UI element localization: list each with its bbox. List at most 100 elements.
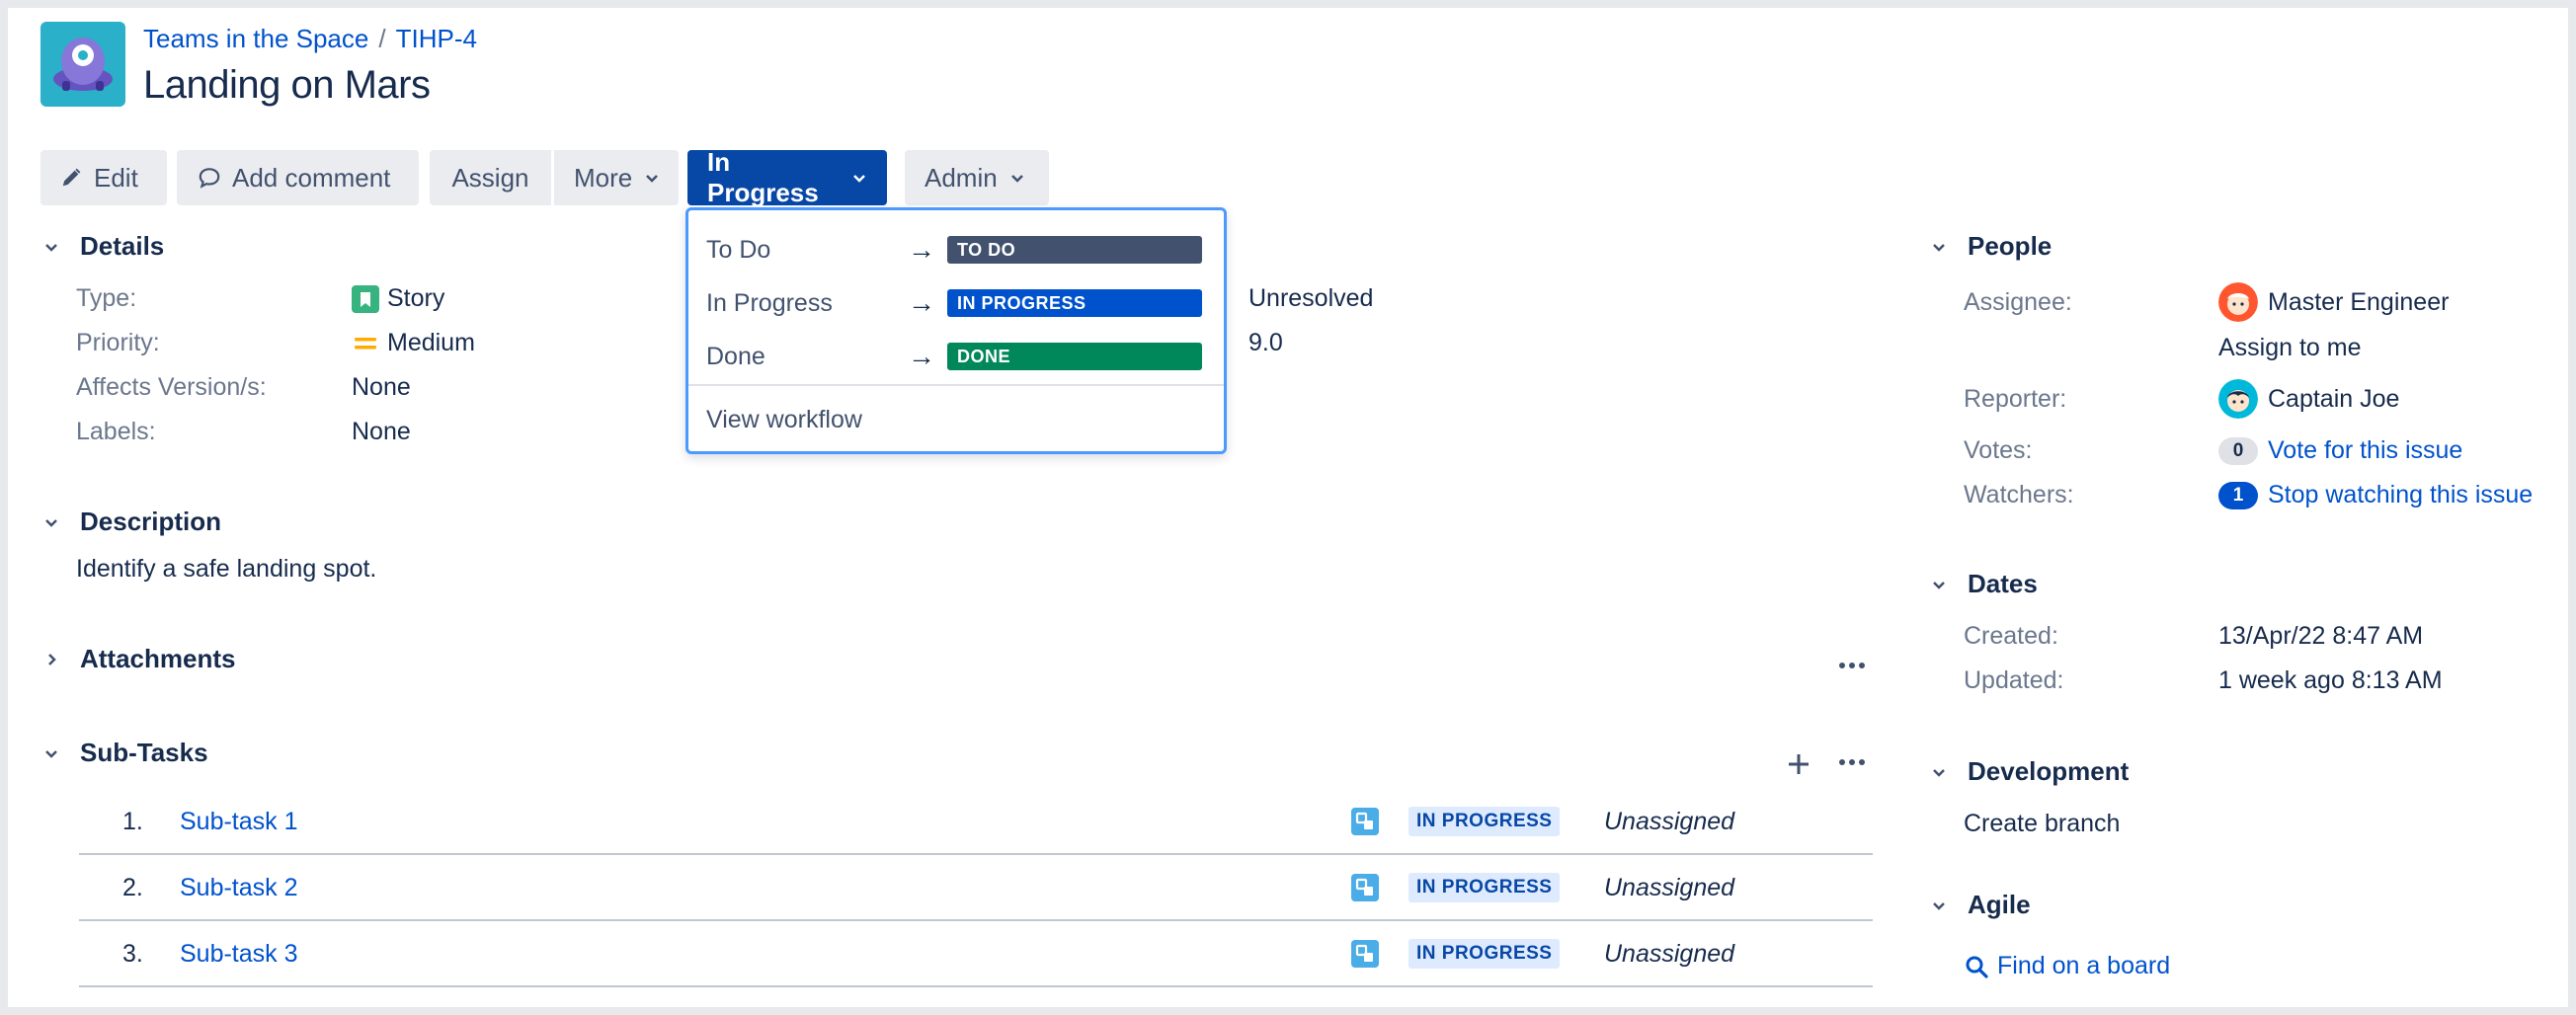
watchers-value: 1 Stop watching this issue — [2218, 481, 2533, 509]
assign-button[interactable]: Assign — [430, 150, 551, 205]
status-badge: TO DO — [947, 236, 1202, 264]
subtask-type-icon — [1351, 808, 1379, 835]
create-branch-link[interactable]: Create branch — [1964, 810, 2120, 838]
avatar — [2218, 282, 2258, 322]
chevron-down-icon — [1010, 175, 1023, 183]
reporter-value[interactable]: Captain Joe — [2218, 379, 2399, 419]
description-heading: Description — [80, 507, 222, 536]
chevron-right-icon — [40, 649, 62, 670]
more-options-icon[interactable] — [1837, 658, 1867, 673]
menu-item-to-do[interactable]: To Do → TO DO — [688, 224, 1224, 275]
subtask-number: 1. — [122, 808, 143, 835]
type-label: Type: — [76, 284, 137, 312]
subtask-assignee: Unassigned — [1604, 874, 1735, 901]
description-section-header[interactable]: Description — [40, 507, 221, 537]
votes-label: Votes: — [1964, 436, 2033, 464]
subtask-number: 3. — [122, 940, 143, 968]
issue-page: Teams in the Space / TIHP-4 Landing on Mar… — [8, 8, 2568, 1007]
priority-value-text: Medium — [387, 329, 475, 356]
agile-section-header[interactable]: Agile — [1928, 890, 2031, 920]
priority-value: Medium — [352, 329, 475, 357]
arrow-right-icon: → — [908, 287, 935, 318]
add-comment-button[interactable]: Add comment — [177, 150, 419, 205]
menu-item-done[interactable]: Done → DONE — [688, 331, 1224, 382]
people-section-header[interactable]: People — [1928, 231, 2052, 262]
stop-watching-link[interactable]: Stop watching this issue — [2268, 481, 2533, 509]
chevron-down-icon — [1928, 236, 1950, 258]
development-heading: Development — [1968, 756, 2130, 786]
menu-item-view-workflow[interactable]: View workflow — [688, 394, 1224, 445]
vote-link[interactable]: Vote for this issue — [2268, 436, 2462, 465]
subtask-link[interactable]: Sub-task 3 — [180, 940, 298, 969]
project-avatar[interactable] — [40, 22, 125, 107]
affects-versions-value: None — [352, 373, 411, 401]
find-on-board[interactable]: Find on a board — [1964, 952, 2170, 980]
status-badge: IN PROGRESS — [947, 289, 1202, 317]
status-badge: DONE — [947, 343, 1202, 370]
dates-section-header[interactable]: Dates — [1928, 569, 2038, 599]
reporter-name: Captain Joe — [2268, 384, 2400, 413]
agile-heading: Agile — [1968, 890, 2031, 919]
details-section-header[interactable]: Details — [40, 231, 164, 262]
assign-button-label: Assign — [451, 162, 529, 193]
issue-title[interactable]: Landing on Mars — [143, 63, 431, 108]
subtask-assignee: Unassigned — [1604, 940, 1735, 968]
breadcrumb-issue-key-link[interactable]: TIHP-4 — [396, 24, 477, 53]
more-options-icon[interactable] — [1837, 754, 1867, 770]
arrow-right-icon: → — [908, 341, 935, 371]
chevron-down-icon — [40, 742, 62, 764]
type-value: Story — [352, 284, 444, 313]
created-value: 13/Apr/22 8:47 AM — [2218, 622, 2424, 650]
row-divider — [79, 919, 1873, 921]
avatar — [2218, 379, 2258, 419]
votes-value: 0 Vote for this issue — [2218, 436, 2462, 465]
reporter-label: Reporter: — [1964, 385, 2067, 413]
attachments-heading: Attachments — [80, 644, 236, 673]
status-button[interactable]: In Progress — [687, 147, 887, 207]
breadcrumb-project-link[interactable]: Teams in the Space — [143, 24, 368, 53]
table-row[interactable]: 3. Sub-task 3 IN PROGRESS Unassigned — [79, 922, 1873, 987]
breadcrumb: Teams in the Space / TIHP-4 — [143, 24, 477, 54]
details-heading: Details — [80, 231, 165, 261]
status-button-label: In Progress — [707, 147, 819, 207]
arrow-right-icon: → — [908, 234, 935, 265]
watchers-label: Watchers: — [1964, 481, 2074, 508]
pencil-icon — [62, 168, 81, 187]
subtask-link[interactable]: Sub-task 1 — [180, 808, 298, 836]
watchers-count-badge[interactable]: 1 — [2218, 481, 2258, 509]
add-icon[interactable] — [1786, 751, 1811, 777]
subtasks-section-header[interactable]: Sub-Tasks — [40, 738, 208, 768]
affects-versions-label: Affects Version/s: — [76, 373, 267, 401]
table-row[interactable]: 1. Sub-task 1 IN PROGRESS Unassigned — [79, 790, 1873, 855]
development-section-header[interactable]: Development — [1928, 756, 2129, 787]
assignee-value[interactable]: Master Engineer — [2218, 282, 2449, 322]
priority-medium-icon — [355, 337, 376, 349]
admin-button[interactable]: Admin — [905, 150, 1049, 205]
subtask-number: 2. — [122, 874, 143, 901]
row-divider — [79, 853, 1873, 855]
dates-heading: Dates — [1968, 569, 2038, 598]
attachments-section-header[interactable]: Attachments — [40, 644, 235, 674]
subtasks-heading: Sub-Tasks — [80, 738, 208, 767]
menu-item-in-progress[interactable]: In Progress → IN PROGRESS — [688, 277, 1224, 329]
chevron-down-icon — [853, 175, 865, 183]
subtask-assignee: Unassigned — [1604, 808, 1735, 835]
row-divider — [79, 985, 1873, 987]
table-row[interactable]: 2. Sub-task 2 IN PROGRESS Unassigned — [79, 856, 1873, 921]
priority-label: Priority: — [76, 329, 160, 356]
find-on-board-link[interactable]: Find on a board — [1997, 952, 2170, 980]
edit-button[interactable]: Edit — [40, 150, 167, 205]
fix-version-link[interactable]: 9.0 — [1248, 329, 1283, 357]
subtask-link[interactable]: Sub-task 2 — [180, 874, 298, 902]
subtask-type-icon — [1351, 874, 1379, 901]
type-value-text: Story — [387, 284, 445, 312]
chevron-down-icon — [1928, 574, 1950, 595]
assignee-name: Master Engineer — [2268, 287, 2450, 316]
more-button[interactable]: More — [554, 150, 679, 205]
chevron-down-icon — [1928, 895, 1950, 916]
description-text[interactable]: Identify a safe landing spot. — [76, 555, 376, 584]
assign-to-me-link[interactable]: Assign to me — [2218, 334, 2362, 362]
created-label: Created: — [1964, 622, 2058, 650]
resolution-value: Unresolved — [1248, 284, 1374, 312]
comment-icon — [199, 168, 220, 189]
